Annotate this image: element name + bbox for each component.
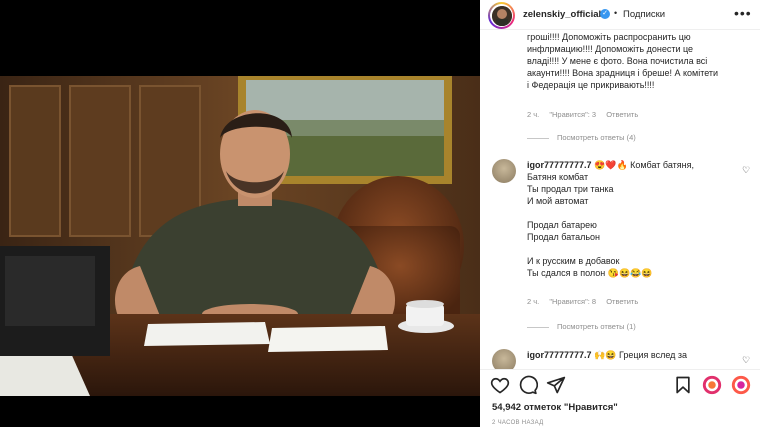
commenter-avatar[interactable] — [492, 349, 516, 369]
verified-badge-icon: ✓ — [600, 9, 610, 19]
post-actions — [480, 369, 760, 399]
comment-time: 2 ч. — [527, 110, 540, 119]
comment-text: igor77777777.7 🙌😆 Греция вслед за — [527, 350, 688, 360]
view-replies-button[interactable]: Посмотреть ответы (4) — [527, 133, 636, 142]
comment-like-icon[interactable]: ♡ — [742, 165, 750, 176]
bookmark-icon[interactable] — [673, 375, 693, 395]
comment-likes[interactable]: "Нравится": 8 — [549, 297, 596, 306]
post-media — [0, 0, 480, 427]
comment-likes[interactable]: "Нравится": 3 — [549, 110, 596, 119]
header-separator: • — [614, 8, 618, 18]
extension-badge-icon[interactable] — [702, 375, 722, 395]
commenter-username[interactable]: igor77777777.7 — [527, 160, 592, 170]
post-time: 2 ЧАСОВ НАЗАД — [492, 420, 544, 426]
reply-button[interactable]: Ответить — [606, 110, 638, 119]
comments-list[interactable]: гроші!!!! Допоможіть распросранить цю ин… — [480, 31, 760, 369]
reply-button[interactable]: Ответить — [606, 297, 638, 306]
share-icon[interactable] — [546, 375, 566, 395]
post-photo[interactable] — [0, 76, 480, 396]
comment-text: igor77777777.7 😍❤️🔥 Комбат батяня, Батян… — [527, 160, 694, 278]
comment-meta: 2 ч. "Нравится": 8 Ответить — [527, 297, 646, 306]
comment-meta: 2 ч. "Нравится": 3 Ответить — [527, 110, 646, 119]
extension-badge-icon-2[interactable] — [731, 375, 751, 395]
author-avatar[interactable] — [488, 2, 515, 29]
comment-text: гроші!!!! Допоможіть распросранить цю ин… — [527, 32, 719, 90]
photo-illustration — [0, 76, 480, 396]
likes-count[interactable]: 54,942 отметок "Нравится" — [492, 402, 618, 413]
post-header: zelenskiy_official ✓ • Подписки ••• — [480, 0, 760, 30]
comment-icon[interactable] — [518, 375, 538, 395]
post-panel: zelenskiy_official ✓ • Подписки ••• грош… — [480, 0, 760, 427]
author-username[interactable]: zelenskiy_official — [523, 9, 601, 20]
avatar-image — [491, 5, 512, 26]
commenter-username[interactable]: igor77777777.7 — [527, 350, 592, 360]
following-button[interactable]: Подписки — [623, 9, 665, 20]
commenter-avatar[interactable] — [492, 159, 516, 183]
heart-icon[interactable] — [490, 375, 510, 395]
view-replies-button[interactable]: Посмотреть ответы (1) — [527, 322, 636, 331]
comment-like-icon[interactable]: ♡ — [742, 355, 750, 366]
more-options-icon[interactable]: ••• — [734, 5, 752, 21]
comment-time: 2 ч. — [527, 297, 540, 306]
